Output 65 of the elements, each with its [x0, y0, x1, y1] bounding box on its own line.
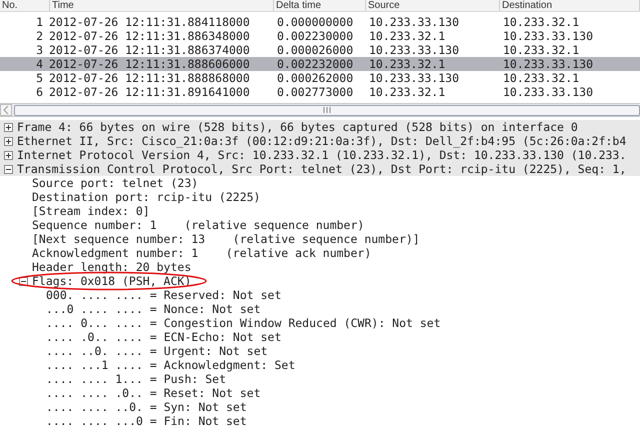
packet-row[interactable]: 3 2012-07-26 12:11:31.886374000 0.000026000 10.233.33.130 10.233.32.1	[0, 43, 640, 57]
tree-item[interactable]: .... ..0. .... = Urgent: Not set	[46, 344, 268, 358]
table-cell: 10.233.33.130	[503, 57, 594, 71]
tree-item[interactable]: 000. .... .... = Reserved: Not set	[46, 288, 282, 302]
tree-item[interactable]: Destination port: rcip-itu (2225)	[32, 190, 260, 204]
table-cell: 0.000262000	[277, 71, 354, 85]
table-cell: 10.233.32.1	[369, 85, 446, 99]
table-cell: 5	[36, 71, 43, 85]
table-cell: 0.000026000	[277, 43, 354, 57]
table-cell: 10.233.32.1	[503, 43, 580, 57]
collapse-icon[interactable]	[4, 164, 13, 174]
packet-row[interactable]: 5 2012-07-26 12:11:31.888868000 0.000262000 10.233.33.130 10.233.32.1	[0, 71, 640, 85]
expand-icon[interactable]	[4, 122, 13, 132]
table-cell: 0.002230000	[277, 29, 354, 43]
tree-item[interactable]: [Next sequence number: 13 (relative sequence number)]	[32, 232, 420, 246]
tree-item[interactable]: .... .... ..0. = Syn: Not set	[46, 400, 247, 414]
table-cell: 0.002773000	[277, 85, 354, 99]
scroll-left-icon[interactable]	[0, 104, 12, 116]
table-cell: 1	[36, 15, 43, 29]
table-cell: 0.002232000	[277, 57, 354, 71]
table-cell: 10.233.33.130	[369, 43, 460, 57]
tree-item[interactable]: .... .... 1... = Push: Set	[46, 372, 226, 386]
table-cell: 10.233.32.1	[369, 57, 446, 71]
tree-item[interactable]: .... 0... .... = Congestion Window Reduced (CWR): Not set	[46, 316, 441, 330]
tree-item[interactable]: Acknowledgment number: 1 (relative ack number)	[32, 246, 372, 260]
packet-row[interactable]: 2 2012-07-26 12:11:31.886348000 0.002230000 10.233.32.1 10.233.33.130	[0, 29, 640, 43]
table-cell: 4	[36, 57, 43, 71]
tree-item[interactable]: .... .... ...0 = Fin: Not set	[46, 414, 247, 428]
table-cell: 10.233.32.1	[503, 15, 580, 29]
tree-item[interactable]: .... ...1 .... = Acknowledgment: Set	[46, 358, 296, 372]
table-cell: 2012-07-26 12:11:31.891641000	[49, 85, 250, 99]
table-cell: 10.233.32.1	[503, 71, 580, 85]
table-cell: 2012-07-26 12:11:31.884118000	[49, 15, 250, 29]
tree-item[interactable]: [Stream index: 0]	[32, 204, 150, 218]
table-cell: 10.233.33.130	[503, 29, 594, 43]
table-cell: 2012-07-26 12:11:31.888606000	[49, 57, 250, 71]
column-header[interactable]: No.	[0, 0, 50, 11]
horizontal-scrollbar[interactable]	[0, 103, 640, 117]
packet-row[interactable]: 1 2012-07-26 12:11:31.884118000 0.000000000 10.233.33.130 10.233.32.1	[0, 15, 640, 29]
column-header[interactable]: Delta time	[274, 0, 366, 11]
table-cell: 10.233.33.130	[369, 71, 460, 85]
tree-item[interactable]: ...0 .... .... = Nonce: Not set	[46, 302, 261, 316]
table-cell: 0.000000000	[277, 15, 354, 29]
packet-row[interactable]: 4 2012-07-26 12:11:31.888606000 0.002232000 10.233.32.1 10.233.33.130	[0, 57, 640, 71]
table-cell: 2012-07-26 12:11:31.886348000	[49, 29, 250, 43]
table-cell: 2	[36, 29, 43, 43]
column-header[interactable]: Source	[366, 0, 500, 11]
table-cell: 10.233.32.1	[369, 29, 446, 43]
tree-item[interactable]: .... .... .0.. = Reset: Not set	[46, 386, 261, 400]
tree-item[interactable]: Sequence number: 1 (relative sequence number)	[32, 218, 364, 232]
expand-icon[interactable]	[4, 150, 13, 160]
tree-item[interactable]: .... .0.. .... = ECN-Echo: Not set	[46, 330, 282, 344]
table-cell: 2012-07-26 12:11:31.888868000	[49, 71, 250, 85]
column-header[interactable]: Time	[50, 0, 274, 11]
table-cell: 3	[36, 43, 43, 57]
expand-icon[interactable]	[4, 136, 13, 146]
table-cell: 2012-07-26 12:11:31.886374000	[49, 43, 250, 57]
table-cell: 6	[36, 85, 43, 99]
packet-row[interactable]: 6 2012-07-26 12:11:31.891641000 0.002773000 10.233.32.1 10.233.33.130	[0, 85, 640, 99]
table-cell: 10.233.33.130	[369, 15, 460, 29]
tree-item[interactable]: Header length: 20 bytes	[32, 260, 192, 274]
tree-item[interactable]: Source port: telnet (23)	[32, 176, 198, 190]
scrollbar-thumb[interactable]	[14, 104, 640, 116]
table-cell: 10.233.33.130	[503, 85, 594, 99]
column-header[interactable]: Destination	[500, 0, 640, 11]
